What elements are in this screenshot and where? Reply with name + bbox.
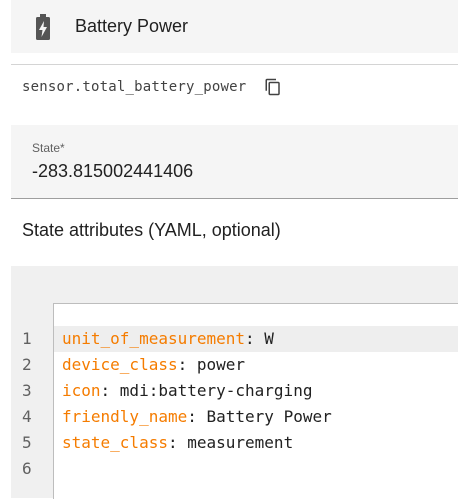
yaml-key: friendly_name — [62, 407, 188, 426]
code-line[interactable] — [54, 456, 458, 482]
yaml-value: mdi:battery-charging — [119, 381, 313, 400]
yaml-separator: : — [177, 355, 197, 374]
yaml-key: device_class — [62, 355, 178, 374]
battery-charging-icon — [36, 14, 50, 40]
state-value[interactable]: -283.815002441406 — [32, 161, 193, 182]
line-number: 4 — [22, 407, 32, 426]
line-number: 2 — [22, 355, 32, 374]
yaml-key: icon — [62, 381, 101, 400]
yaml-value: power — [196, 355, 246, 374]
divider — [11, 64, 458, 65]
line-number: 3 — [22, 381, 32, 400]
attributes-heading: State attributes (YAML, optional) — [22, 220, 281, 240]
line-number: 6 — [22, 459, 32, 478]
yaml-key: unit_of_measurement — [62, 329, 246, 348]
line-number: 1 — [22, 329, 32, 348]
yaml-key: state_class — [62, 433, 168, 452]
state-label: State* — [32, 141, 65, 155]
yaml-separator: : — [245, 329, 265, 348]
entity-id-row: sensor.total_battery_power — [22, 76, 282, 98]
yaml-separator: : — [187, 407, 207, 426]
state-input[interactable]: State* -283.815002441406 — [11, 125, 458, 199]
yaml-value: measurement — [187, 433, 294, 452]
code-line[interactable]: device_class: power — [54, 352, 458, 378]
yaml-separator: : — [167, 433, 188, 452]
yaml-value: Battery Power — [206, 407, 332, 426]
line-number-gutter: 1 2 3 4 5 6 — [11, 326, 53, 482]
code-line[interactable]: icon: mdi:battery-charging — [54, 378, 458, 404]
code-line[interactable]: unit_of_measurement: W — [54, 326, 458, 352]
line-number: 5 — [22, 433, 32, 452]
yaml-value: W — [264, 329, 274, 348]
yaml-separator: : — [100, 381, 120, 400]
page-title: Battery Power — [75, 16, 189, 36]
entity-header: Battery Power — [11, 0, 458, 53]
copy-icon[interactable] — [264, 78, 282, 96]
entity-id: sensor.total_battery_power — [22, 79, 247, 95]
code-lines[interactable]: unit_of_measurement: W device_class: pow… — [54, 326, 458, 482]
code-line[interactable]: state_class: measurement — [54, 430, 458, 456]
code-line[interactable]: friendly_name: Battery Power — [54, 404, 458, 430]
